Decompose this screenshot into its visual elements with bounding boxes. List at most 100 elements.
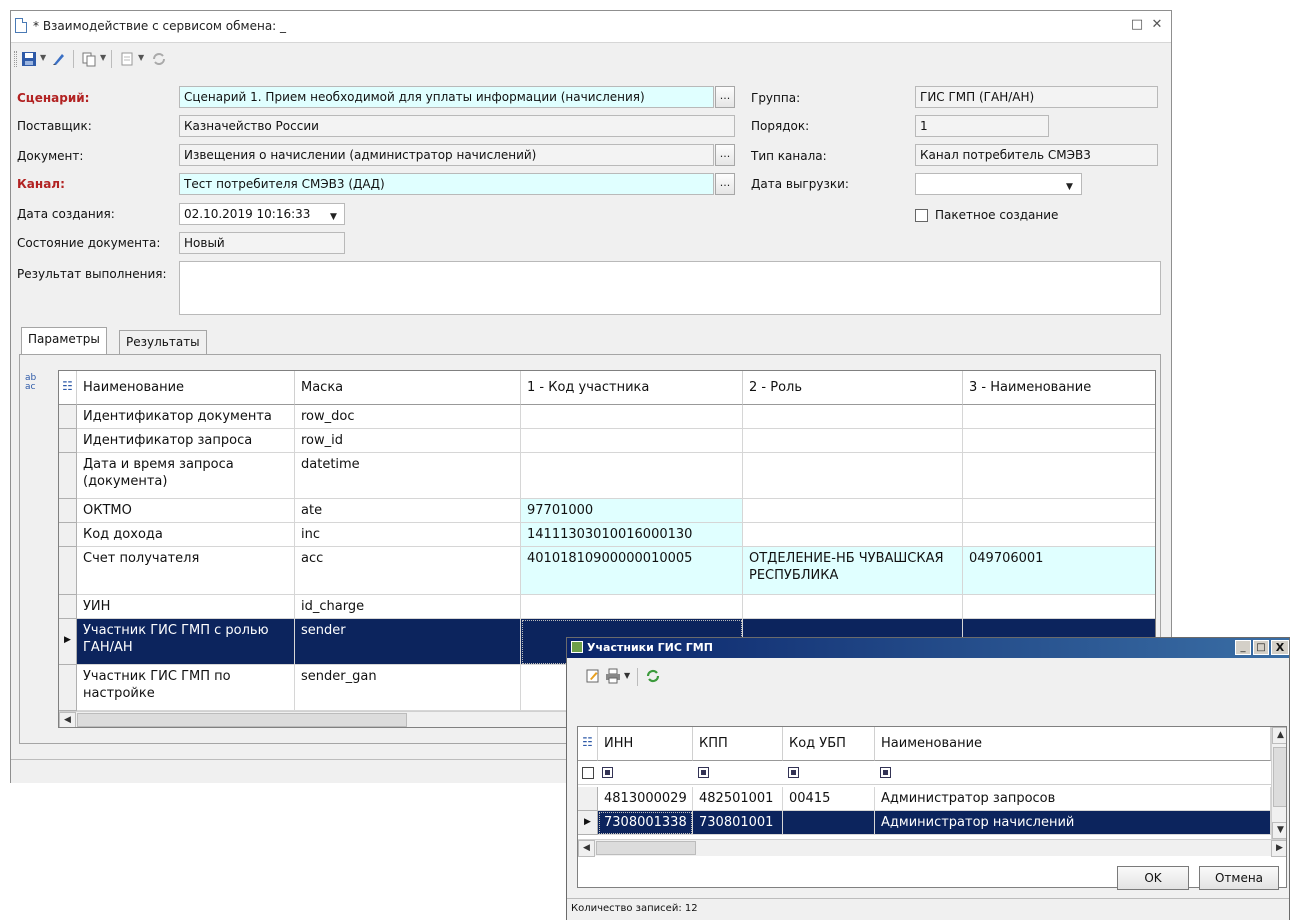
toolbar-grip[interactable]	[14, 51, 17, 67]
table-row-cell[interactable]	[963, 595, 1155, 619]
channel-field[interactable]: Тест потребителя СМЭВ3 (ДАД)	[179, 173, 714, 195]
column-header-name-3[interactable]: 3 - Наименование	[963, 371, 1155, 405]
row-header[interactable]	[59, 547, 77, 595]
scrollbar-thumb[interactable]	[1273, 747, 1286, 807]
table-row-cell[interactable]: Администратор начислений	[875, 811, 1271, 835]
refresh-icon[interactable]	[151, 51, 167, 67]
table-row-cell[interactable]: sender_gan	[295, 665, 521, 711]
column-chooser-icon[interactable]: ☷	[59, 371, 77, 405]
scenario-select-button[interactable]: ...	[715, 86, 735, 108]
table-row-cell[interactable]	[743, 523, 963, 547]
table-row-cell[interactable]	[521, 405, 743, 429]
close-icon[interactable]: X	[1271, 640, 1289, 655]
document-icon[interactable]	[119, 51, 135, 67]
table-row-cell[interactable]	[743, 595, 963, 619]
filter-toggle-icon[interactable]	[582, 767, 594, 779]
scrollbar-thumb[interactable]	[596, 841, 696, 855]
table-row-cell[interactable]: Код дохода	[77, 523, 295, 547]
sort-abc-icon[interactable]: ab ac	[25, 374, 36, 392]
column-header-ubp-code[interactable]: Код УБП	[783, 727, 875, 761]
table-row-cell[interactable]: datetime	[295, 453, 521, 499]
order-field[interactable]: 1	[915, 115, 1049, 137]
table-row-cell[interactable]: 14111303010016000130	[521, 523, 743, 547]
export-date-field[interactable]: ▼	[915, 173, 1082, 195]
table-row-cell[interactable]	[783, 811, 875, 835]
ok-button[interactable]: OK	[1117, 866, 1189, 890]
batch-checkbox[interactable]	[915, 209, 928, 222]
minimize-icon[interactable]: _	[1235, 640, 1251, 655]
copy-dropdown-icon[interactable]: ▼	[100, 53, 106, 62]
table-row-cell[interactable]: 97701000	[521, 499, 743, 523]
column-header-participant-code[interactable]: 1 - Код участника	[521, 371, 743, 405]
filter-ubp-icon[interactable]	[788, 767, 799, 778]
table-row-cell[interactable]	[963, 405, 1155, 429]
table-row-cell[interactable]	[743, 499, 963, 523]
table-row-cell[interactable]: 40101810900000010005	[521, 547, 743, 595]
table-row-cell[interactable]: 730801001	[693, 811, 783, 835]
table-row-cell[interactable]: Идентификатор документа	[77, 405, 295, 429]
result-textarea[interactable]	[179, 261, 1161, 315]
column-header-inn[interactable]: ИНН	[598, 727, 693, 761]
table-row-cell[interactable]: id_charge	[295, 595, 521, 619]
row-pointer-icon[interactable]: ▶	[59, 619, 77, 665]
scroll-down-icon[interactable]: ▼	[1272, 822, 1286, 839]
row-header[interactable]	[59, 665, 77, 711]
channel-select-button[interactable]: ...	[715, 173, 735, 195]
chevron-down-icon[interactable]: ▼	[1066, 179, 1073, 194]
table-row-cell[interactable]: row_doc	[295, 405, 521, 429]
table-row-cell[interactable]	[521, 453, 743, 499]
document-dropdown-icon[interactable]: ▼	[138, 53, 144, 62]
table-row-cell[interactable]: Администратор запросов	[875, 787, 1271, 811]
edit-pen-icon[interactable]	[51, 51, 67, 67]
scrollbar-thumb[interactable]	[77, 713, 407, 727]
table-row-cell[interactable]: 00415	[783, 787, 875, 811]
print-dropdown-icon[interactable]: ▼	[624, 671, 630, 680]
column-header-name[interactable]: Наименование	[875, 727, 1271, 761]
row-pointer-icon[interactable]: ▶	[578, 811, 598, 835]
tab-parameters[interactable]: Параметры	[21, 327, 107, 354]
supplier-field[interactable]: Казначейство России	[179, 115, 735, 137]
row-header[interactable]	[59, 595, 77, 619]
column-header-kpp[interactable]: КПП	[693, 727, 783, 761]
column-header-name[interactable]: Наименование	[77, 371, 295, 405]
column-header-role[interactable]: 2 - Роль	[743, 371, 963, 405]
document-field[interactable]: Извещения о начислении (администратор на…	[179, 144, 714, 166]
table-row-cell[interactable]	[963, 429, 1155, 453]
filter-inn-icon[interactable]	[602, 767, 613, 778]
row-header[interactable]	[59, 523, 77, 547]
close-icon[interactable]: ✕	[1149, 17, 1165, 33]
row-header[interactable]	[59, 429, 77, 453]
horizontal-scrollbar[interactable]: ◀ ▶	[578, 839, 1286, 857]
row-header[interactable]	[59, 453, 77, 499]
table-row-cell[interactable]: 4813000029	[598, 787, 693, 811]
column-header-mask[interactable]: Маска	[295, 371, 521, 405]
table-row-cell[interactable]: Участник ГИС ГМП по настройке	[77, 665, 295, 711]
copy-icon[interactable]	[81, 51, 97, 67]
document-select-button[interactable]: ...	[715, 144, 735, 166]
save-dropdown-icon[interactable]: ▼	[40, 53, 46, 62]
table-row-cell[interactable]: 049706001	[963, 547, 1155, 595]
scenario-field[interactable]: Сценарий 1. Прием необходимой для уплаты…	[179, 86, 714, 108]
table-row-cell[interactable]: sender	[295, 619, 521, 665]
row-header[interactable]	[59, 405, 77, 429]
table-row-cell[interactable]	[963, 499, 1155, 523]
table-row-cell[interactable]	[521, 429, 743, 453]
table-row-cell[interactable]: ОТДЕЛЕНИЕ-НБ ЧУВАШСКАЯ РЕСПУБЛИКА	[743, 547, 963, 595]
row-header[interactable]	[59, 499, 77, 523]
scroll-up-icon[interactable]: ▲	[1272, 727, 1286, 744]
table-row-cell[interactable]: УИН	[77, 595, 295, 619]
scroll-left-icon[interactable]: ◀	[59, 712, 76, 727]
filter-name-icon[interactable]	[880, 767, 891, 778]
vertical-scrollbar[interactable]: ▲ ▼	[1271, 727, 1286, 839]
cancel-button[interactable]: Отмена	[1199, 866, 1279, 890]
table-row-cell[interactable]: 7308001338	[598, 811, 693, 835]
print-icon[interactable]	[605, 668, 621, 684]
table-row-cell[interactable]	[963, 523, 1155, 547]
table-row-cell[interactable]: Участник ГИС ГМП с ролью ГАН/АН	[77, 619, 295, 665]
table-row-cell[interactable]	[963, 453, 1155, 499]
table-row-cell[interactable]: 482501001	[693, 787, 783, 811]
table-row-cell[interactable]: Идентификатор запроса	[77, 429, 295, 453]
table-row-cell[interactable]	[743, 405, 963, 429]
table-row-cell[interactable]: row_id	[295, 429, 521, 453]
save-icon[interactable]	[21, 51, 37, 67]
